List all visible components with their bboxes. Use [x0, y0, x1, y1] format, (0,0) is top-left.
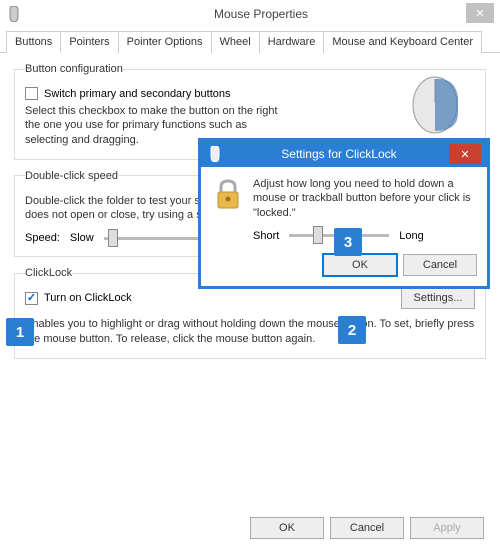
cancel-button[interactable]: Cancel	[330, 517, 404, 539]
switch-buttons-checkbox[interactable]	[25, 87, 38, 100]
switch-buttons-label: Switch primary and secondary buttons	[44, 88, 230, 100]
clicklock-settings-button[interactable]: Settings...	[401, 287, 475, 309]
close-button[interactable]: ✕	[466, 3, 494, 23]
clicklock-label: Turn on ClickLock	[44, 292, 132, 304]
tab-pointers[interactable]: Pointers	[61, 31, 118, 53]
double-click-legend: Double-click speed	[25, 170, 118, 182]
window-title: Mouse Properties	[28, 7, 494, 21]
callout-3: 3	[334, 228, 362, 256]
modal-title: Settings for ClickLock	[229, 147, 449, 161]
apply-button: Apply	[410, 517, 484, 539]
tab-mkc[interactable]: Mouse and Keyboard Center	[324, 31, 482, 53]
modal-mouse-icon	[207, 146, 223, 162]
modal-cancel-button[interactable]: Cancel	[403, 254, 477, 276]
tab-hardware[interactable]: Hardware	[260, 31, 325, 53]
clicklock-settings-dialog: Settings for ClickLock ✕ Adjust how long…	[198, 138, 490, 289]
tab-wheel[interactable]: Wheel	[212, 31, 260, 53]
modal-long-label: Long	[399, 230, 423, 242]
tab-buttons[interactable]: Buttons	[6, 31, 61, 53]
callout-2: 2	[338, 316, 366, 344]
tab-pointer-options[interactable]: Pointer Options	[119, 31, 212, 53]
dialog-buttons: OK Cancel Apply	[250, 517, 484, 539]
clicklock-desc: Enables you to highlight or drag without…	[25, 317, 475, 346]
speed-slow-label: Slow	[70, 232, 94, 244]
clicklock-legend: ClickLock	[25, 267, 72, 279]
modal-short-label: Short	[253, 230, 279, 242]
modal-text: Adjust how long you need to hold down a …	[253, 177, 477, 220]
mouse-icon	[6, 6, 22, 22]
modal-close-button[interactable]: ✕	[449, 144, 481, 164]
speed-label: Speed:	[25, 232, 60, 244]
modal-titlebar: Settings for ClickLock ✕	[201, 141, 487, 167]
speed-slider-thumb[interactable]	[108, 229, 118, 247]
callout-1: 1	[6, 318, 34, 346]
tab-strip: Buttons Pointers Pointer Options Wheel H…	[0, 30, 500, 53]
ok-button[interactable]: OK	[250, 517, 324, 539]
lock-icon	[211, 177, 245, 211]
titlebar: Mouse Properties ✕	[0, 0, 500, 28]
modal-ok-button[interactable]: OK	[323, 254, 397, 276]
mouse-image	[400, 75, 470, 135]
clicklock-slider-thumb[interactable]	[313, 226, 323, 244]
clicklock-checkbox[interactable]	[25, 292, 38, 305]
button-config-legend: Button configuration	[25, 63, 123, 75]
